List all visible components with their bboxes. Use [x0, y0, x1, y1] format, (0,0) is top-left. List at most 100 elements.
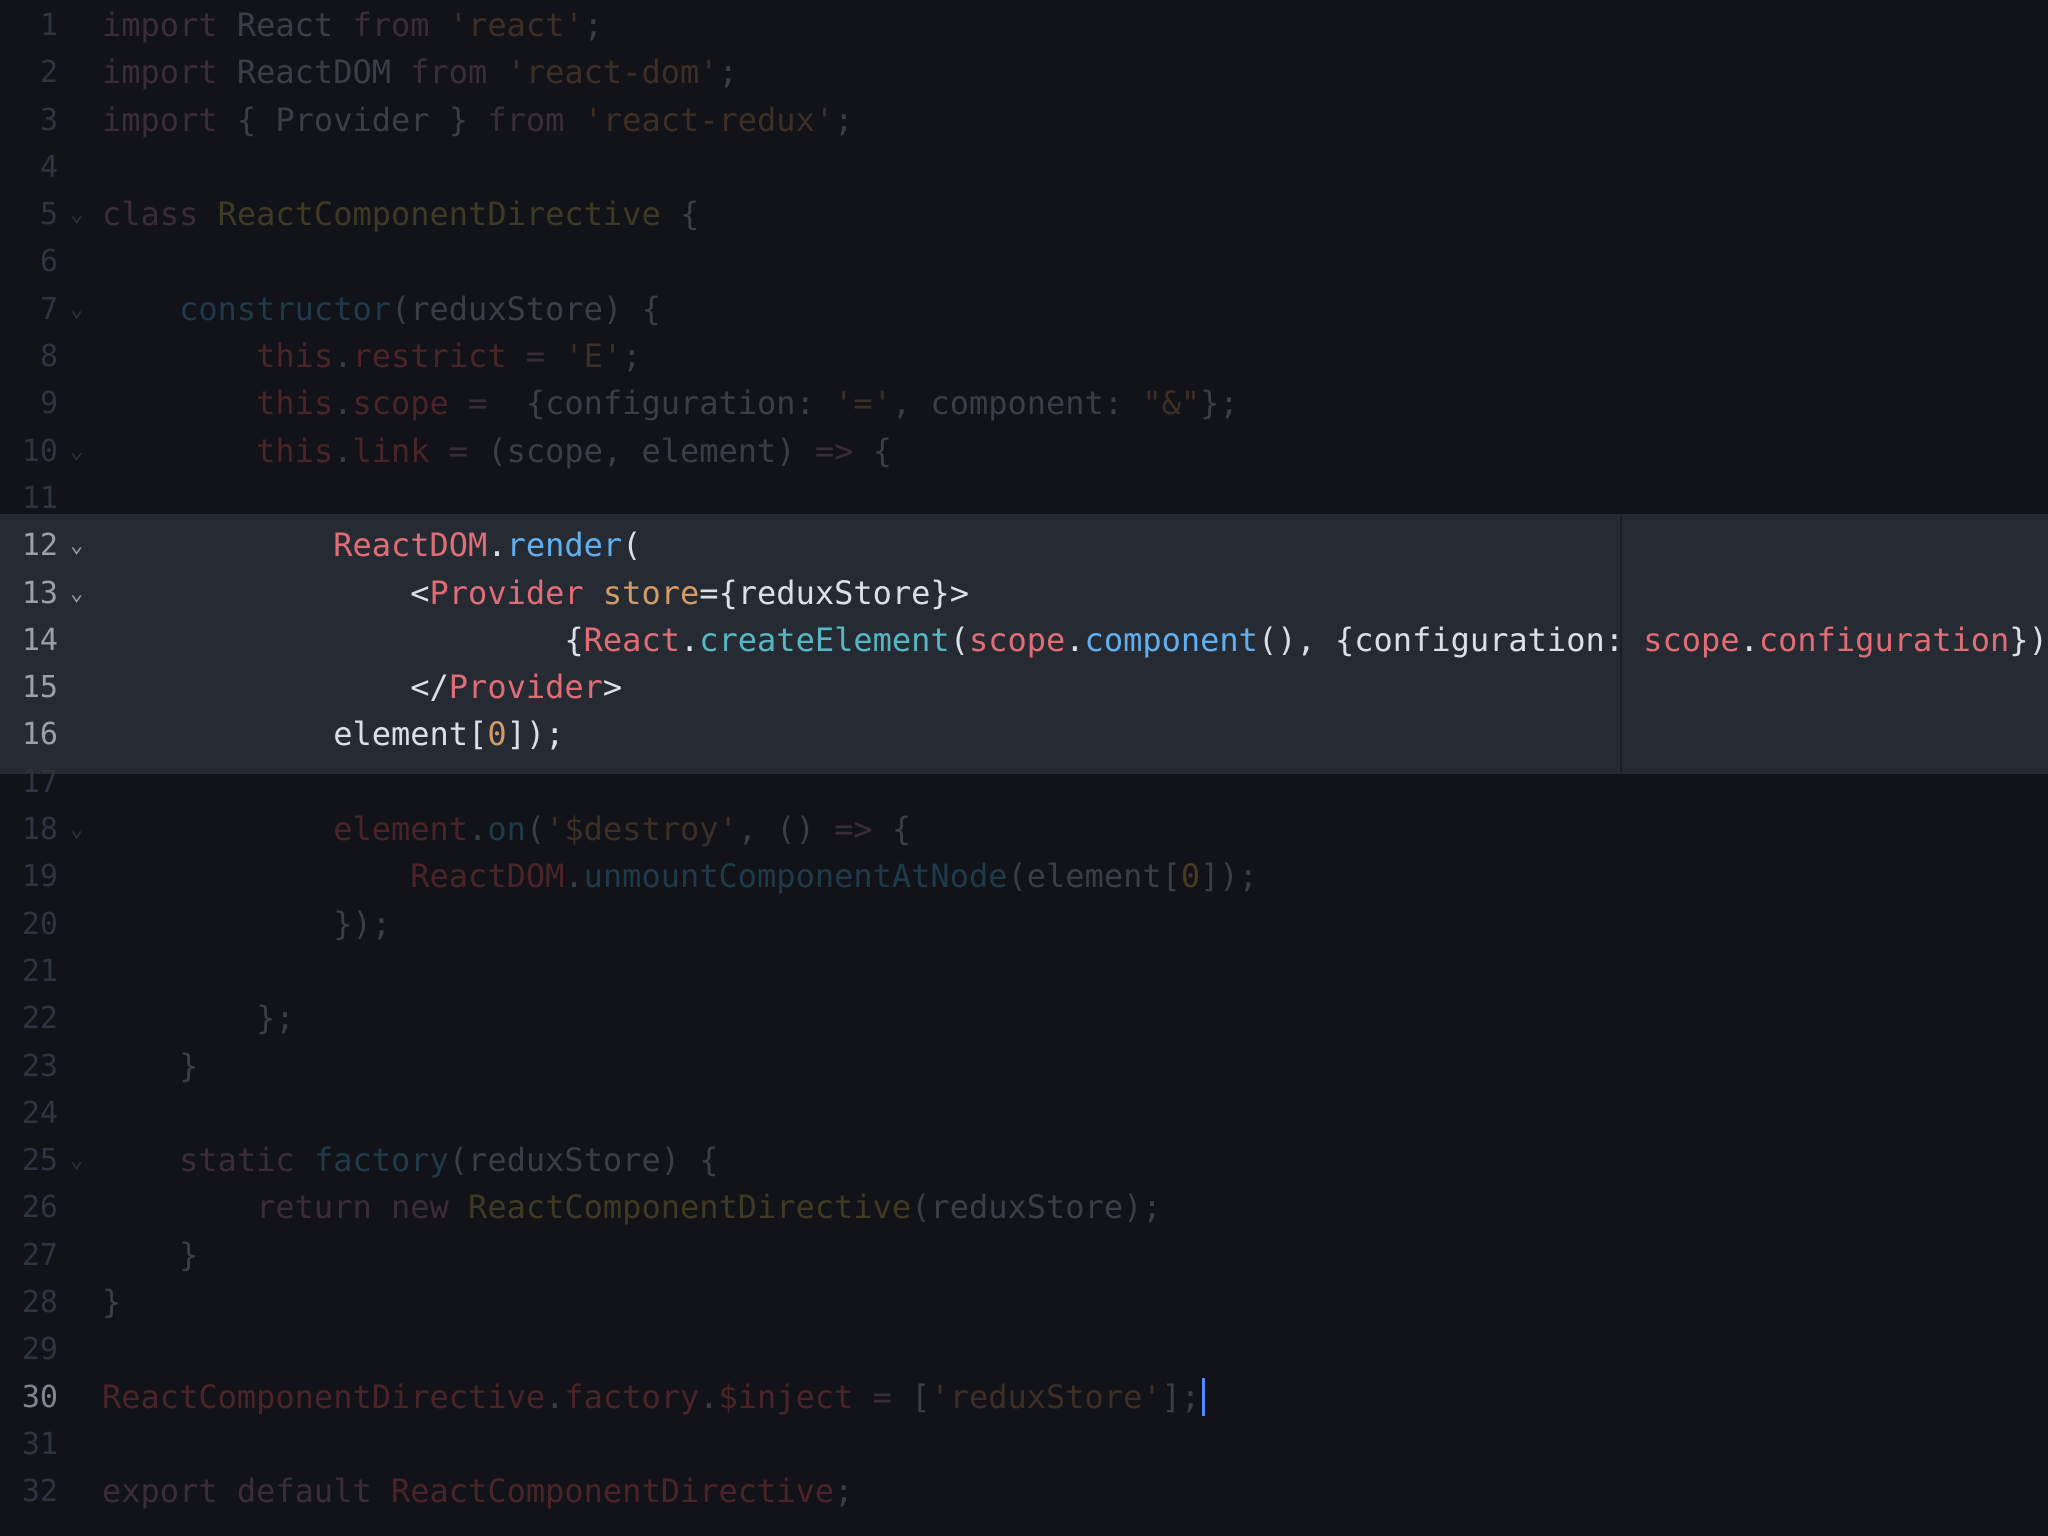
- line-number: 12: [21, 528, 58, 564]
- fold-chevron-icon[interactable]: ⌄: [70, 570, 90, 617]
- code-line[interactable]: 21: [0, 948, 2048, 995]
- code-line[interactable]: 13 ⌄ <Provider store={reduxStore}>: [0, 570, 2048, 617]
- code-token: 'reduxStore': [930, 1377, 1162, 1416]
- fold-chevron-icon[interactable]: ⌄: [70, 286, 90, 333]
- code-line[interactable]: 28}: [0, 1279, 2048, 1326]
- code-text: }: [102, 1232, 198, 1279]
- code-token: 'react-dom': [506, 53, 719, 92]
- code-token: this: [256, 384, 334, 423]
- code-token: ReactDOM: [217, 53, 411, 92]
- line-number: 17: [21, 764, 58, 800]
- code-token: scope: [968, 620, 1066, 659]
- code-line[interactable]: 12 ⌄ ReactDOM.render(: [0, 522, 2048, 569]
- code-text: ReactDOM.unmountComponentAtNode(element[…: [102, 853, 1258, 900]
- code-text: import ReactDOM from 'react-dom';: [102, 49, 738, 96]
- code-line[interactable]: 9 this.scope = {configuration: '=', comp…: [0, 380, 2048, 427]
- fold-chevron-icon[interactable]: ⌄: [70, 191, 90, 238]
- code-line[interactable]: 6: [0, 238, 2048, 285]
- code-line[interactable]: 26 return new ReactComponentDirective(re…: [0, 1184, 2048, 1231]
- code-editor[interactable]: 1 import React from 'react'; 2 import React…: [0, 0, 2048, 1536]
- code-token: class: [102, 195, 199, 234]
- code-line[interactable]: 16 element[0]);: [0, 711, 2048, 758]
- code-text: </Provider>: [102, 664, 622, 711]
- code-token: .: [487, 526, 507, 565]
- fold-chevron-icon[interactable]: ⌄: [70, 806, 90, 853]
- code-line[interactable]: 14 {React.createElement(scope.component(…: [0, 617, 2048, 664]
- code-token: }: [102, 1283, 122, 1322]
- code-text: constructor(reduxStore) {: [102, 286, 661, 333]
- code-line[interactable]: 7 ⌄ constructor(reduxStore) {: [0, 286, 2048, 333]
- line-number: 19: [21, 859, 58, 895]
- code-line[interactable]: 18 ⌄ element.on('$destroy', () => {: [0, 806, 2048, 853]
- code-token: on: [487, 810, 526, 849]
- code-line[interactable]: 4: [0, 144, 2048, 191]
- code-token: default: [236, 1472, 372, 1511]
- code-line[interactable]: 25 ⌄ static factory(reduxStore) {: [0, 1137, 2048, 1184]
- code-line[interactable]: 15 </Provider>: [0, 664, 2048, 711]
- line-number: 29: [21, 1332, 58, 1368]
- code-token: {: [853, 431, 892, 470]
- code-token: static: [179, 1141, 295, 1180]
- code-token: this: [256, 337, 334, 376]
- code-token: element: [333, 810, 469, 849]
- code-line[interactable]: 3 import { Provider } from 'react-redux';: [0, 97, 2048, 144]
- line-number: 30: [21, 1379, 58, 1415]
- code-line[interactable]: 10 ⌄ this.link = (scope, element) => {: [0, 428, 2048, 475]
- code-line[interactable]: 30 ReactComponentDirective.factory.$injec…: [0, 1374, 2048, 1421]
- code-line[interactable]: 8 this.restrict = 'E';: [0, 333, 2048, 380]
- code-line[interactable]: 2 import ReactDOM from 'react-dom';: [0, 49, 2048, 96]
- code-token: "&": [1142, 384, 1201, 423]
- code-token: <: [102, 573, 430, 612]
- line-number: 25: [21, 1143, 58, 1179]
- code-token: .: [1739, 620, 1759, 659]
- code-token: 0: [487, 715, 507, 754]
- code-line[interactable]: 24: [0, 1090, 2048, 1137]
- code-line[interactable]: 20 });: [0, 901, 2048, 948]
- code-line[interactable]: 19 ReactDOM.unmountComponentAtNode(eleme…: [0, 853, 2048, 900]
- code-token: .: [333, 337, 353, 376]
- code-line[interactable]: 29: [0, 1326, 2048, 1373]
- code-line[interactable]: 1 import React from 'react';: [0, 2, 2048, 49]
- code-text: this.scope = {configuration: '=', compon…: [102, 380, 1239, 427]
- code-token: =: [448, 431, 469, 470]
- code-token: 'E': [564, 337, 623, 376]
- code-token: (: [949, 620, 969, 659]
- code-token: (), {configuration:: [1257, 620, 1644, 659]
- code-line[interactable]: 11: [0, 475, 2048, 522]
- code-token: ReactComponentDirective: [390, 1472, 835, 1511]
- code-token: Provider: [448, 668, 603, 707]
- code-line[interactable]: 32 export default ReactComponentDirective…: [0, 1468, 2048, 1515]
- code-area[interactable]: 1 import React from 'react'; 2 import React…: [0, 2, 2048, 1516]
- code-line[interactable]: 22 };: [0, 995, 2048, 1042]
- code-token: .: [545, 1377, 565, 1416]
- code-line[interactable]: 27 }: [0, 1232, 2048, 1279]
- code-line[interactable]: 5 ⌄ class ReactComponentDirective {: [0, 191, 2048, 238]
- code-token: (reduxStore);: [911, 1188, 1162, 1227]
- line-number: 1: [39, 8, 58, 43]
- code-line[interactable]: 17: [0, 759, 2048, 806]
- code-text: import { Provider } from 'react-redux';: [102, 97, 853, 144]
- code-token: { Provider }: [217, 100, 488, 139]
- line-number: 15: [21, 670, 58, 706]
- code-line[interactable]: 23 }: [0, 1043, 2048, 1090]
- code-token: =>: [814, 431, 854, 470]
- code-token: from: [487, 100, 565, 139]
- fold-chevron-icon[interactable]: ⌄: [70, 522, 90, 569]
- fold-chevron-icon[interactable]: ⌄: [70, 428, 90, 475]
- line-number: 20: [21, 906, 58, 942]
- line-number: 27: [21, 1237, 58, 1273]
- code-token: ;: [834, 1472, 854, 1511]
- code-token: from: [410, 53, 488, 92]
- fold-chevron-icon[interactable]: ⌄: [70, 1137, 90, 1184]
- code-line[interactable]: 31: [0, 1421, 2048, 1468]
- code-text: <Provider store={reduxStore}>: [102, 570, 969, 617]
